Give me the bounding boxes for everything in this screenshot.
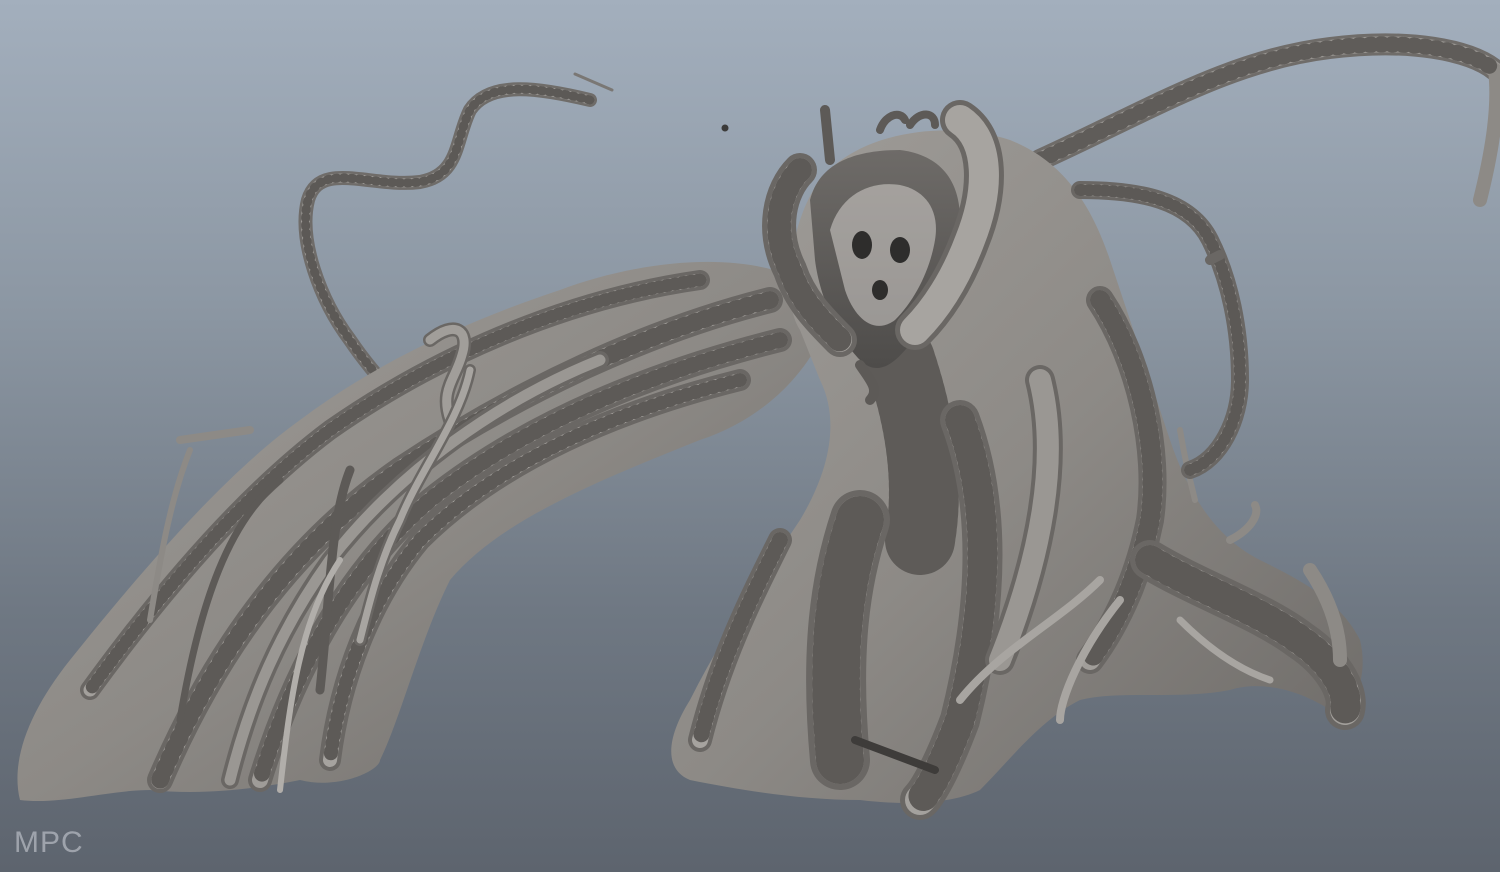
3d-viewport[interactable]: MPC — [0, 0, 1500, 872]
studio-watermark: MPC — [14, 826, 84, 859]
floating-debris — [721, 124, 729, 132]
creature-sculpt-model — [17, 33, 1500, 820]
whip-tentacle-right — [1029, 33, 1500, 207]
